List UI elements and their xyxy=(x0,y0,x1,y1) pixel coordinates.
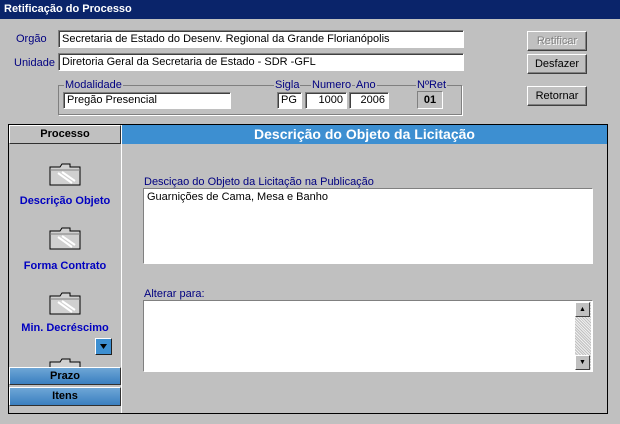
change-label: Alterar para: xyxy=(144,288,205,300)
folder-icon[interactable] xyxy=(48,225,82,251)
orgao-label: Orgão xyxy=(16,33,47,45)
sigla-field[interactable]: PG xyxy=(277,92,302,109)
main-title: Descrição do Objeto da Licitação xyxy=(122,125,607,144)
retificar-button[interactable]: Retificar xyxy=(527,31,587,51)
window-title: Retificação do Processo xyxy=(0,0,620,19)
modalidade-field[interactable]: Pregão Presencial xyxy=(63,92,231,109)
unidade-label: Unidade xyxy=(14,57,55,69)
nret-value: 01 xyxy=(417,91,443,109)
modalidade-label: Modalidade xyxy=(64,79,123,91)
change-description-field[interactable] xyxy=(143,300,593,372)
change-scrollbar[interactable]: ▲ ▼ xyxy=(575,302,591,370)
nret-label: NºRet xyxy=(416,79,448,91)
unidade-field[interactable]: Diretoria Geral da Secretaria de Estado … xyxy=(58,53,464,71)
retornar-button[interactable]: Retornar xyxy=(527,86,587,106)
triangle-down-icon xyxy=(100,344,107,349)
current-description-label: Desciçao do Objeto da Licitação na Publi… xyxy=(144,176,374,188)
ano-field[interactable]: 2006 xyxy=(349,92,389,109)
numero-label: Numero xyxy=(311,79,353,91)
numero-field[interactable]: 1000 xyxy=(305,92,347,109)
sigla-label: Sigla xyxy=(274,79,301,91)
nav-section-processo[interactable]: Processo xyxy=(9,125,121,144)
nav-item-min-decrescimo[interactable]: Min. Decréscimo xyxy=(9,322,121,334)
scroll-down-button[interactable] xyxy=(95,338,112,355)
scroll-down-icon[interactable]: ▼ xyxy=(575,355,590,370)
ano-label: Ano xyxy=(355,79,377,91)
orgao-field[interactable]: Secretaria de Estado do Desenv. Regional… xyxy=(58,30,464,48)
nav-tab-itens[interactable]: Itens xyxy=(9,387,121,406)
nav-item-descricao-objeto[interactable]: Descrição Objeto xyxy=(9,195,121,207)
scroll-up-icon[interactable]: ▲ xyxy=(575,302,590,317)
nav-item-forma-contrato[interactable]: Forma Contrato xyxy=(9,260,121,272)
side-navigation: Processo Descrição Objeto Forma Contrato… xyxy=(9,125,121,413)
current-description-field[interactable]: Guarnições de Cama, Mesa e Banho xyxy=(143,188,593,264)
main-body: Desciçao do Objeto da Licitação na Publi… xyxy=(122,144,607,413)
nav-tab-prazo[interactable]: Prazo xyxy=(9,367,121,385)
folder-icon[interactable] xyxy=(48,290,82,316)
folder-icon[interactable] xyxy=(48,161,82,187)
desfazer-button[interactable]: Desfazer xyxy=(527,54,587,74)
